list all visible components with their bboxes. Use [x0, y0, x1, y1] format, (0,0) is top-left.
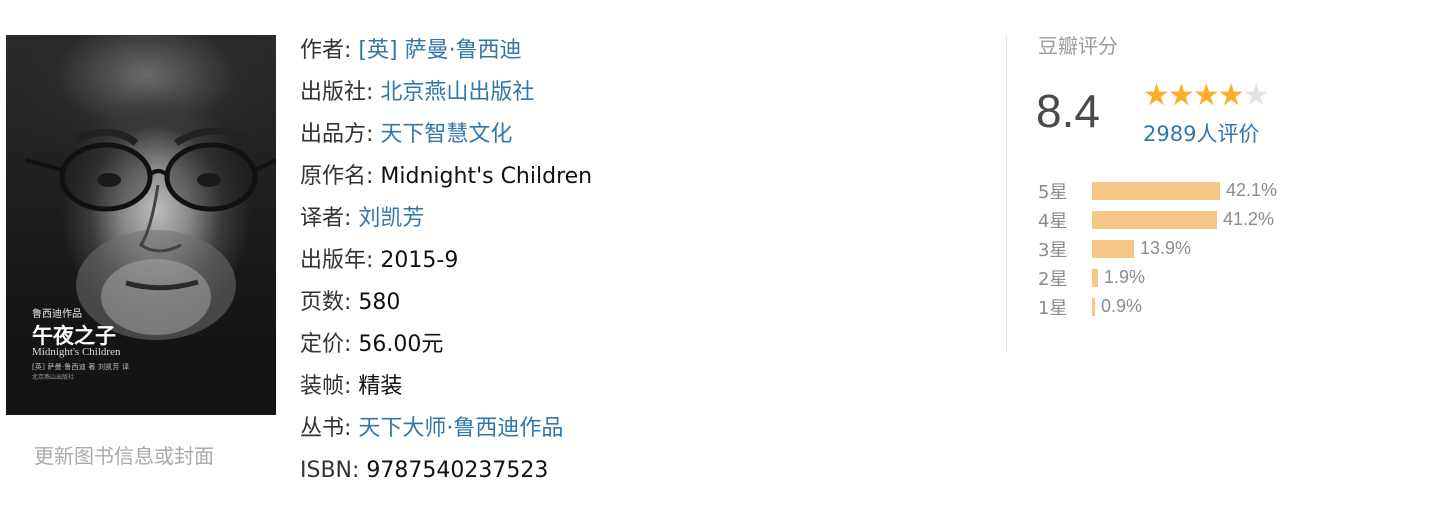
info-row-original-title: 原作名: Midnight's Children: [300, 156, 592, 198]
cover-publisher: 北京燕山出版社: [32, 374, 75, 381]
info-label: 装帧:: [300, 374, 352, 399]
dist-label: 4星: [1038, 210, 1068, 232]
update-book-info-link[interactable]: 更新图书信息或封面: [34, 440, 214, 469]
info-row-isbn: ISBN: 9787540237523: [300, 450, 592, 492]
star-filled-icon: ★: [1143, 78, 1170, 113]
dist-label: 1星: [1038, 297, 1068, 319]
isbn-value: 9787540237523: [366, 458, 549, 483]
info-label: 页数:: [300, 290, 352, 315]
info-label: 作者:: [300, 38, 352, 63]
info-row-binding: 装帧: 精装: [300, 366, 592, 408]
star-empty-icon: ★: [1242, 78, 1270, 113]
dist-percent: 41.2%: [1223, 209, 1275, 229]
price-value: 56.00元: [358, 332, 444, 357]
dist-label: 5星: [1038, 181, 1068, 203]
info-label: 丛书:: [300, 416, 352, 441]
dist-bar: [1092, 239, 1134, 258]
author-portrait: [6, 127, 276, 415]
dist-label: 2星: [1038, 268, 1068, 290]
info-label: 出版社:: [300, 80, 374, 105]
rating-title: 豆瓣评分: [1038, 34, 1118, 58]
dist-bar: [1092, 268, 1098, 287]
dist-bar: [1092, 297, 1095, 316]
info-row-translator: 译者: 刘凯芳: [300, 198, 592, 240]
dist-row-5: 5星 42.1%: [1038, 176, 1277, 205]
star-filled-icon: ★: [1167, 78, 1195, 113]
info-row-price: 定价: 56.00元: [300, 324, 592, 366]
star-filled-icon: ★: [1217, 78, 1245, 113]
dist-row-4: 4星 41.2%: [1038, 205, 1277, 234]
dist-row-1: 1星 0.9%: [1038, 292, 1277, 321]
info-row-pages: 页数: 580: [300, 282, 592, 324]
dist-label: 3星: [1038, 239, 1068, 261]
binding-value: 精装: [358, 374, 403, 399]
dist-percent: 42.1%: [1226, 180, 1278, 200]
info-row-series: 丛书: 天下大师·鲁西迪作品: [300, 408, 592, 450]
dist-row-2: 2星 1.9%: [1038, 263, 1277, 292]
pages-value: 580: [358, 290, 401, 315]
dist-row-3: 3星 13.9%: [1038, 234, 1277, 263]
info-label: 原作名:: [300, 164, 374, 189]
producer-link[interactable]: 天下智慧文化: [380, 122, 512, 147]
info-label: 出品方:: [300, 122, 374, 147]
info-row-author: 作者: [英] 萨曼·鲁西迪: [300, 30, 592, 72]
series-link[interactable]: 天下大师·鲁西迪作品: [358, 416, 563, 441]
dist-percent: 0.9%: [1101, 296, 1143, 316]
rating-count-link[interactable]: 2989人评价: [1143, 118, 1259, 148]
info-row-producer: 出品方: 天下智慧文化: [300, 114, 592, 156]
cover-credit: [英] 萨曼·鲁西迪 著 刘凯芳 译: [32, 363, 130, 371]
original-title-value: Midnight's Children: [380, 164, 593, 189]
cover-series-text: 鲁西迪作品: [32, 309, 82, 320]
info-label: 出版年:: [300, 248, 374, 273]
book-cover[interactable]: 鲁西迪作品 午夜之子 Midnight's Children [英] 萨曼·鲁西…: [6, 35, 276, 415]
info-row-publisher: 出版社: 北京燕山出版社: [300, 72, 592, 114]
cover-english-title: Midnight's Children: [32, 346, 121, 358]
dist-percent: 1.9%: [1104, 267, 1146, 287]
star-filled-icon: ★: [1192, 78, 1220, 113]
dist-percent: 13.9%: [1140, 238, 1192, 258]
pub-year-value: 2015-9: [380, 248, 459, 273]
translator-link[interactable]: 刘凯芳: [358, 206, 424, 231]
dist-bar: [1092, 210, 1217, 229]
section-divider: [1006, 34, 1007, 352]
publisher-link[interactable]: 北京燕山出版社: [380, 80, 534, 105]
dist-bar: [1092, 181, 1220, 200]
rating-score: 8.4: [1036, 85, 1100, 137]
info-label: ISBN:: [300, 458, 360, 483]
info-label: 译者:: [300, 206, 352, 231]
author-link[interactable]: [英] 萨曼·鲁西迪: [358, 38, 521, 63]
rating-stars-icon: ★★★★★: [1143, 78, 1270, 113]
info-label: 定价:: [300, 332, 352, 357]
rating-distribution: 5星 42.1% 4星 41.2% 3星 13.9% 2星 1.9% 1星 0.…: [1038, 176, 1277, 321]
info-row-pub-year: 出版年: 2015-9: [300, 240, 592, 282]
book-info-list: 作者: [英] 萨曼·鲁西迪 出版社: 北京燕山出版社 出品方: 天下智慧文化 …: [300, 30, 592, 492]
